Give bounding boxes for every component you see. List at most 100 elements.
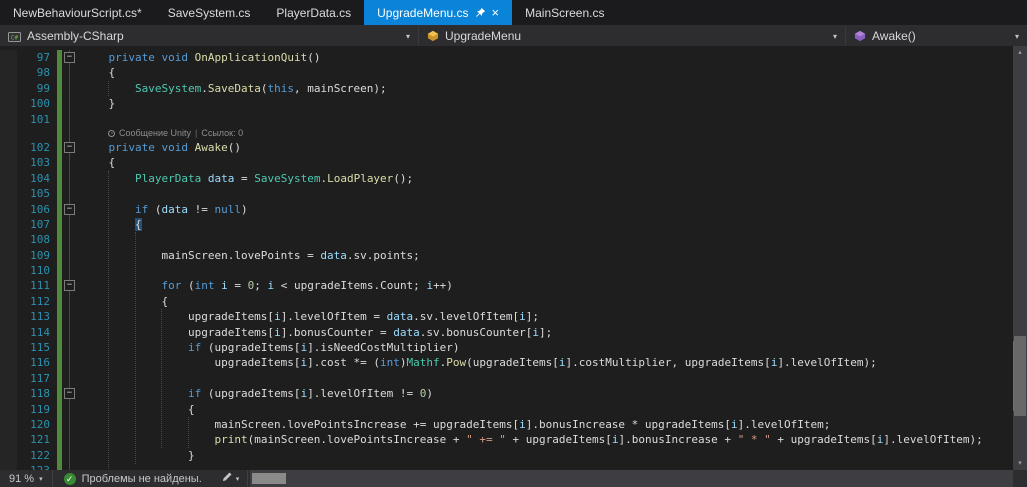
tab-label: SaveSystem.cs [167,5,251,20]
glyph-margin[interactable] [0,309,17,325]
code-text[interactable]: } [78,96,115,111]
scroll-down-icon[interactable]: ▾ [1013,457,1027,470]
tab-playerdata-cs[interactable]: PlayerData.cs [263,0,364,25]
code-text[interactable]: if (upgradeItems[i].levelOfItem != 0) [78,386,433,401]
code-text[interactable]: if (upgradeItems[i].isNeedCostMultiplier… [78,340,460,355]
code-text[interactable]: mainScreen.lovePoints = data.sv.points; [78,248,419,263]
glyph-margin[interactable] [0,201,17,217]
collapse-icon[interactable]: − [64,388,75,400]
code-text[interactable] [78,263,82,278]
code-text[interactable]: PlayerData data = SaveSystem.LoadPlayer(… [78,171,413,186]
type-dropdown[interactable]: UpgradeMenu ▾ [419,26,846,46]
line-number: 122 [30,448,50,462]
code-text[interactable]: upgradeItems[i].levelOfItem = data.sv.le… [78,309,539,324]
glyph-margin[interactable] [0,186,17,202]
glyph-margin[interactable] [0,170,17,187]
close-icon[interactable]: × [492,6,500,19]
pen-icon [221,471,233,486]
code-text[interactable]: private void OnApplicationQuit() [78,50,321,65]
fold-margin [62,232,78,249]
health-label: Проблемы не найдены. [81,472,202,485]
fold-margin [62,340,78,356]
tab-savesystem-cs[interactable]: SaveSystem.cs [155,0,264,25]
project-dropdown[interactable]: C# Assembly-CSharp ▾ [0,26,419,46]
collapse-icon[interactable]: − [64,52,75,63]
code-text[interactable]: { [78,217,142,232]
glyph-margin[interactable] [0,416,17,433]
tab-bar: NewBehaviourScript.cs* SaveSystem.cs Playe… [0,0,1027,25]
code-line: 118 − if (upgradeItems[i].levelOfItem != … [0,386,1013,402]
document-health-indicator[interactable]: ✓ Проблемы не найдены. [53,470,213,487]
glyph-margin[interactable] [0,355,17,371]
tab-upgrademenu-cs[interactable]: UpgradeMenu.cs × [364,0,513,25]
glyph-margin[interactable] [0,401,17,417]
scroll-up-icon[interactable]: ▴ [1013,46,1027,59]
vertical-scrollbar[interactable]: ▴ ▾ [1013,46,1027,470]
glyph-margin[interactable] [0,232,17,248]
check-icon: ✓ [63,472,76,485]
glyph-margin[interactable] [0,263,17,279]
code-text[interactable] [78,371,82,386]
glyph-margin[interactable] [0,80,17,97]
line-number: 119 [30,402,50,416]
codelens-references[interactable]: Ссылок: 0 [201,127,243,140]
glyph-margin[interactable] [0,432,17,448]
fold-margin [62,155,78,172]
code-text[interactable]: mainScreen.lovePointsIncrease += upgrade… [78,417,830,432]
code-text[interactable]: for (int i = 0; i < upgradeItems.Count; … [78,278,452,293]
collapse-icon[interactable]: − [64,141,75,153]
glyph-margin[interactable] [0,111,17,127]
tab-mainscreen-cs[interactable]: MainScreen.cs [512,0,617,25]
horizontal-scrollbar[interactable] [250,470,1013,487]
glyph-margin[interactable] [0,247,17,264]
glyph-margin[interactable] [0,463,17,470]
code-text[interactable]: { [78,155,115,170]
code-text[interactable]: print(mainScreen.lovePointsIncrease + " … [78,432,982,447]
line-number: 120 [30,417,50,431]
code-text[interactable] [78,232,82,247]
glyph-margin[interactable] [0,386,17,402]
line-number: 107 [30,217,50,231]
code-text[interactable]: { [78,294,168,309]
collapse-icon[interactable]: − [64,203,75,215]
code-text[interactable]: { [78,65,115,80]
code-text[interactable]: } [78,448,195,463]
glyph-margin[interactable] [0,96,17,112]
code-text[interactable]: if (data != null) [78,202,248,217]
pin-icon[interactable] [475,7,486,18]
code-line: 109 mainScreen.lovePoints = data.sv.poin… [0,247,1013,264]
glyph-margin[interactable] [0,155,17,171]
tab-newbehaviourscript-cs[interactable]: NewBehaviourScript.cs* [0,0,155,25]
glyph-margin[interactable] [0,340,17,356]
line-number: 113 [30,310,50,324]
code-text[interactable]: { [78,402,195,417]
code-text[interactable] [78,112,82,127]
project-icon: C# [8,30,21,43]
glyph-margin[interactable] [0,139,17,156]
code-text[interactable] [78,186,82,201]
code-text[interactable]: private void Awake() [78,140,241,155]
glyph-margin[interactable] [0,216,17,233]
glyph-margin[interactable] [0,65,17,81]
code-text[interactable]: upgradeItems[i].cost *= (int)Mathf.Pow(u… [78,355,876,370]
glyph-margin[interactable] [0,370,17,387]
code-editor[interactable]: 97− private void OnApplicationQuit() 98 {… [0,46,1013,470]
glyph-margin[interactable] [0,278,17,294]
member-dropdown[interactable]: Awake() ▾ [846,26,1027,46]
fold-margin [62,463,78,470]
fold-margin [62,401,78,418]
zoom-control[interactable]: 91 % ▾ [0,470,52,487]
glyph-margin[interactable] [0,293,17,310]
codelens-label[interactable]: Сообщение Unity [119,127,191,140]
collapse-icon[interactable]: − [64,280,75,292]
horizontal-scrollbar-thumb[interactable] [252,473,287,484]
glyph-margin[interactable] [0,324,17,341]
code-text[interactable] [78,463,82,470]
glyph-margin[interactable] [0,50,17,66]
code-cleanup-control[interactable]: ▾ [213,470,248,487]
vertical-scrollbar-thumb[interactable] [1014,336,1026,416]
code-text[interactable]: upgradeItems[i].bonusCounter = data.sv.b… [78,325,552,340]
svg-text:C#: C# [11,34,19,41]
code-text[interactable]: SaveSystem.SaveData(this, mainScreen); [78,81,387,96]
glyph-margin[interactable] [0,447,17,464]
